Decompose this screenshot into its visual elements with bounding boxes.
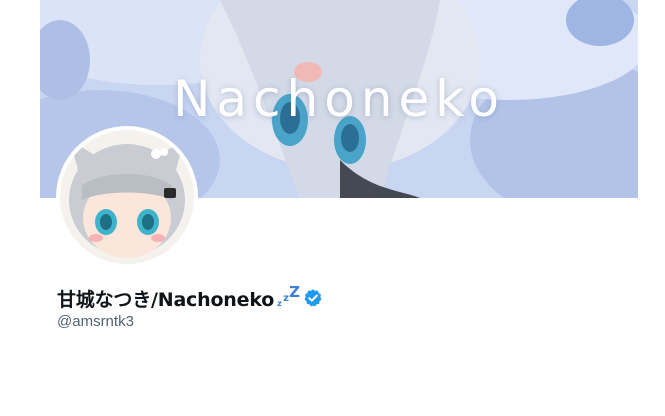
sleep-z-medium: z bbox=[283, 293, 289, 304]
sleeping-zzz-icon: z z Z bbox=[275, 283, 301, 311]
sleep-z-large: Z bbox=[289, 283, 300, 301]
avatar-anime-girl-icon bbox=[60, 130, 194, 264]
verified-badge-icon[interactable] bbox=[303, 288, 323, 308]
sleep-z-small: z bbox=[277, 299, 282, 308]
banner-title: Nachoneko bbox=[172, 70, 506, 128]
avatar[interactable] bbox=[56, 126, 198, 268]
display-name-row: 甘城なつき/Nachoneko z z Z bbox=[57, 283, 323, 312]
display-name: 甘城なつき/Nachoneko bbox=[57, 288, 275, 311]
user-handle: @amsrntk3 bbox=[57, 313, 134, 330]
